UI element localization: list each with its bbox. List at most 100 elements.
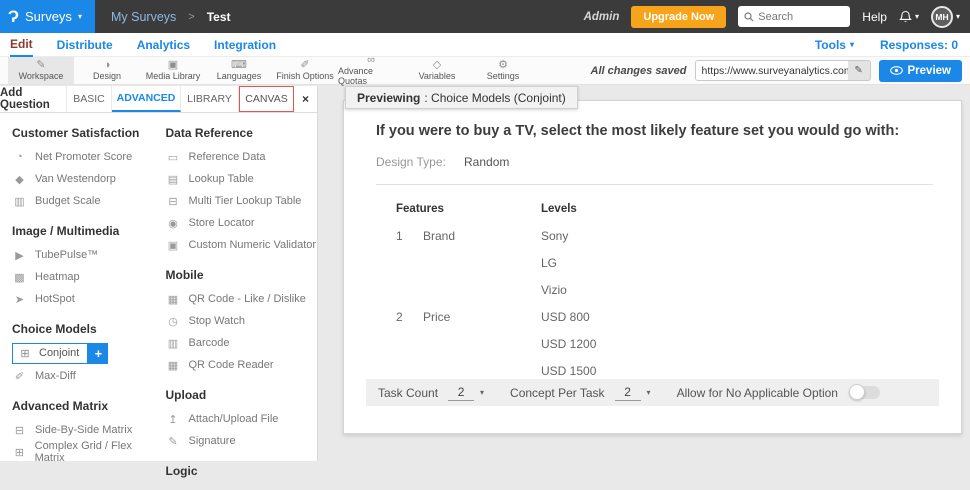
search-input[interactable] <box>758 11 838 23</box>
search-box[interactable] <box>738 6 850 27</box>
qtype-heatmap[interactable]: ▩ Heatmap <box>12 266 162 288</box>
previewing-badge-bold: Previewing <box>357 91 420 105</box>
conjoint-grid-icon: ⊞ <box>18 347 32 360</box>
tools-menu[interactable]: Tools ▾ <box>815 38 854 52</box>
qtype-barcode[interactable]: ▥ Barcode <box>166 332 318 354</box>
qtype-label: Complex Grid / Flex Matrix <box>35 440 162 464</box>
signature-icon: ✎ <box>166 435 181 448</box>
preview-button-label: Preview <box>908 65 951 77</box>
qtype-net-promoter-score[interactable]: ◔ Net Promoter Score <box>12 146 162 168</box>
survey-url-control: https://www.surveyanalytics.com/t/AI77 ✎ <box>695 60 871 81</box>
edit-url-pencil-icon[interactable]: ✎ <box>848 61 870 80</box>
qtype-label: Signature <box>189 435 236 447</box>
qtype-lookup-table[interactable]: ▤ Lookup Table <box>166 168 318 190</box>
qtype-tubepulse[interactable]: ▶ TubePulse™ <box>12 244 162 266</box>
toolbar-finish-options[interactable]: ✐ Finish Options <box>272 57 338 84</box>
qtype-label: Heatmap <box>35 271 80 283</box>
tab-advanced[interactable]: ADVANCED <box>112 86 181 112</box>
qtype-max-diff[interactable]: ✐ Max-Diff <box>12 365 162 387</box>
qtype-label: Stop Watch <box>189 315 245 327</box>
toolbar-design[interactable]: ◑ Design <box>74 57 140 84</box>
qtype-label: Conjoint <box>39 347 79 359</box>
section-mobile: Mobile <box>166 268 318 282</box>
map-pin-icon: ◉ <box>166 217 181 230</box>
palette-icon: ◑ <box>104 60 111 71</box>
stacked-table-icon: ⊟ <box>166 195 181 208</box>
qtype-hotspot[interactable]: ➤ HotSpot <box>12 288 162 310</box>
qtype-qr-like-dislike[interactable]: ▦ QR Code - Like / Dislike <box>166 288 318 310</box>
gear-icon: ⚙ <box>498 60 508 71</box>
image-icon: ▣ <box>168 60 178 71</box>
tab-basic[interactable]: BASIC <box>67 86 112 112</box>
toolbar-settings[interactable]: ⚙ Settings <box>470 57 536 84</box>
qtype-signature[interactable]: ✎ Signature <box>166 430 318 452</box>
stopwatch-icon: ◷ <box>166 315 181 328</box>
qtype-label: Attach/Upload File <box>189 413 279 425</box>
tab-edit[interactable]: Edit <box>10 33 33 57</box>
concept-per-task-select[interactable]: 2 ▾ <box>615 385 651 401</box>
qtype-qr-code-reader[interactable]: ▦ QR Code Reader <box>166 354 318 376</box>
tab-analytics[interactable]: Analytics <box>137 33 190 57</box>
close-icon[interactable]: × <box>294 86 317 112</box>
breadcrumb-my-surveys[interactable]: My Surveys <box>111 10 176 24</box>
add-conjoint-button[interactable]: + <box>88 343 108 364</box>
tab-library[interactable]: LIBRARY <box>181 86 239 112</box>
qtype-budget-scale[interactable]: ▥ Budget Scale <box>12 190 162 212</box>
question-text: If you were to buy a TV, select the most… <box>376 123 931 139</box>
wand-icon: ✐ <box>12 370 27 383</box>
qtype-multi-tier-lookup[interactable]: ⊟ Multi Tier Lookup Table <box>166 190 318 212</box>
concept-per-task-value: 2 <box>615 385 641 401</box>
upgrade-now-button[interactable]: Upgrade Now <box>631 6 726 28</box>
qtype-van-westendorp[interactable]: ◆ Van Westendorp <box>12 168 162 190</box>
qtype-reference-data[interactable]: ▭ Reference Data <box>166 146 318 168</box>
level-value: LG <box>541 249 933 276</box>
concept-per-task-label: Concept Per Task <box>510 386 605 400</box>
price-tag-icon: ◆ <box>12 173 27 186</box>
qr-code-icon: ▦ <box>166 293 181 306</box>
toggle-knob <box>849 384 865 400</box>
preview-button[interactable]: Preview <box>879 60 962 82</box>
qtype-label: Max-Diff <box>35 370 76 382</box>
tab-canvas[interactable]: CANVAS <box>239 86 294 112</box>
panel-column-1: Customer Satisfaction ◔ Net Promoter Sco… <box>12 124 162 490</box>
qtype-conjoint[interactable]: ⊞ Conjoint <box>12 343 88 364</box>
divider <box>376 184 933 185</box>
qtype-side-by-side-matrix[interactable]: ⊟ Side-By-Side Matrix <box>12 419 162 441</box>
qtype-complex-grid[interactable]: ⊞ Complex Grid / Flex Matrix <box>12 441 162 463</box>
qtype-store-locator[interactable]: ◉ Store Locator <box>166 212 318 234</box>
toolbar-advance-quotas[interactable]: ∞ Advance Quotas <box>338 57 404 84</box>
help-link[interactable]: Help <box>862 10 887 24</box>
tab-distribute[interactable]: Distribute <box>57 33 113 57</box>
responses-link[interactable]: Responses: 0 <box>880 38 958 52</box>
toolbar-variables[interactable]: ◇ Variables <box>404 57 470 84</box>
conjoint-options-bar: Task Count 2 ▾ Concept Per Task 2 ▾ Allo… <box>366 379 939 406</box>
tab-integration[interactable]: Integration <box>214 33 276 57</box>
qtype-custom-numeric-validator[interactable]: ▣ Custom Numeric Validator <box>166 234 318 256</box>
qtype-attach-upload-file[interactable]: ↥ Attach/Upload File <box>166 408 318 430</box>
survey-url-input[interactable]: https://www.surveyanalytics.com/t/AI77 <box>696 61 848 80</box>
level-value: Sony <box>541 222 933 249</box>
no-applicable-option-toggle[interactable] <box>850 386 880 399</box>
toolbar-languages[interactable]: ⌨ Languages <box>206 57 272 84</box>
toolbar-media-library[interactable]: ▣ Media Library <box>140 57 206 84</box>
task-count-value: 2 <box>448 385 474 401</box>
qtype-stop-watch[interactable]: ◷ Stop Watch <box>166 310 318 332</box>
task-count-select[interactable]: 2 ▾ <box>448 385 484 401</box>
spacer <box>396 330 423 357</box>
row-number: 1 <box>396 222 423 249</box>
spacer <box>396 249 423 276</box>
notifications-menu[interactable]: ▾ <box>899 10 919 24</box>
qtype-label: QR Code Reader <box>189 359 274 371</box>
chevron-down-icon: ▾ <box>480 389 484 397</box>
account-menu[interactable]: MH ▾ <box>931 6 960 28</box>
video-icon: ▶ <box>12 249 27 262</box>
qtype-label: Custom Numeric Validator <box>189 239 317 251</box>
chevron-down-icon: ▾ <box>78 13 82 21</box>
surveys-product-menu[interactable]: Ɂ Surveys ▾ <box>0 0 95 33</box>
survey-toolbar: ✎ Workspace ◑ Design ▣ Media Library ⌨ L… <box>0 57 970 85</box>
toolbar-workspace[interactable]: ✎ Workspace <box>8 57 74 84</box>
no-applicable-option-label: Allow for No Applicable Option <box>677 386 838 400</box>
table-icon: ▤ <box>166 173 181 186</box>
wand-icon: ✐ <box>300 60 309 71</box>
task-count-label: Task Count <box>378 386 438 400</box>
